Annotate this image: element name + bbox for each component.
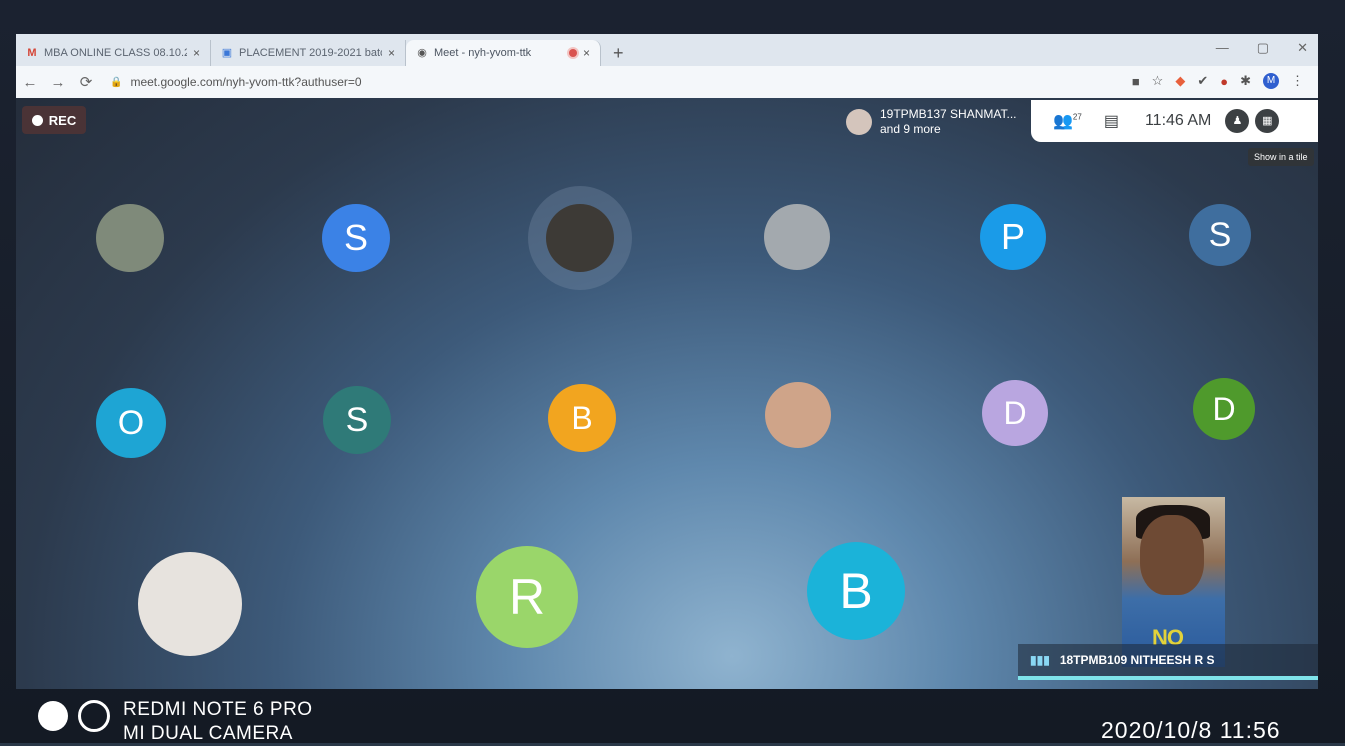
close-icon[interactable]: ×: [388, 46, 395, 60]
participants-count: 27: [1072, 112, 1082, 122]
meet-controls: 👥27 ▤ 11:46 AM ♟ ▦: [1031, 100, 1318, 142]
tab-meet[interactable]: ◉ Meet - nyh-yvom-ttk ×: [406, 40, 601, 66]
participant-avatar[interactable]: S: [1189, 204, 1251, 266]
tab-mba-online-class[interactable]: M MBA ONLINE CLASS 08.10.2020 ×: [16, 40, 211, 66]
audio-level-icon: ▮▮▮: [1030, 653, 1050, 667]
extension-icon[interactable]: ◆: [1175, 73, 1185, 89]
participant-avatar[interactable]: [764, 204, 830, 270]
presenter-name: 19TPMB137 SHANMAT...: [880, 107, 1017, 121]
camera-watermark-dots: [38, 700, 110, 732]
record-dot-icon: [31, 114, 43, 126]
reload-button[interactable]: ⟳: [72, 73, 100, 91]
window-controls: — ▢ ✕: [1216, 40, 1308, 56]
camera-model: REDMI NOTE 6 PRO: [123, 699, 313, 720]
tab-placement[interactable]: ▣ PLACEMENT 2019-2021 batch ×: [211, 40, 406, 66]
tab-title: PLACEMENT 2019-2021 batch: [239, 47, 382, 59]
gmail-icon: M: [27, 47, 37, 59]
puzzle-icon[interactable]: ✱: [1240, 73, 1251, 89]
back-button[interactable]: ←: [16, 74, 44, 91]
recording-badge: REC: [22, 106, 86, 134]
browser-toolbar: ← → ⟳ 🔒 meet.google.com/nyh-yvom-ttk?aut…: [16, 66, 1318, 98]
participant-avatar[interactable]: P: [980, 204, 1046, 270]
close-icon[interactable]: ×: [583, 46, 590, 60]
active-speaker-name: 18TPMB109 NITHEESH R S: [1059, 653, 1215, 667]
star-icon[interactable]: ☆: [1152, 73, 1164, 89]
camera-icon[interactable]: ■: [1132, 74, 1140, 89]
camera-type: MI DUAL CAMERA: [123, 723, 293, 744]
participant-avatar[interactable]: R: [476, 546, 578, 648]
check-icon[interactable]: ✔: [1197, 73, 1208, 89]
camera-timestamp: 2020/10/8 11:56: [1101, 717, 1281, 743]
close-icon[interactable]: ×: [193, 46, 200, 60]
presenter-more: and 9 more: [880, 122, 941, 136]
camera-watermark: REDMI NOTE 6 PRO MI DUAL CAMERA: [123, 698, 313, 746]
watermark-dot-icon: [38, 701, 68, 731]
new-tab-button[interactable]: +: [601, 40, 636, 66]
chat-icon: ▤: [1103, 113, 1119, 130]
lock-icon: 🔒: [110, 76, 123, 88]
pin-icon: ♟: [1232, 115, 1243, 127]
menu-icon[interactable]: ⋮: [1291, 73, 1304, 89]
participant-avatar[interactable]: [96, 204, 164, 272]
participant-avatar[interactable]: B: [548, 384, 616, 452]
url-text: meet.google.com/nyh-yvom-ttk?authuser=0: [130, 75, 362, 89]
minimize-button[interactable]: —: [1216, 40, 1229, 56]
extension-icons: ■ ☆ ◆ ✔ ● ✱ M ⋮: [1132, 73, 1304, 89]
watermark-ring-icon: [78, 700, 110, 732]
presenting-participants[interactable]: 19TPMB137 SHANMAT... and 9 more: [846, 104, 1031, 140]
participant-avatar[interactable]: [138, 552, 242, 656]
forward-button[interactable]: →: [44, 74, 72, 91]
profile-avatar[interactable]: M: [1263, 73, 1279, 89]
tab-title: MBA ONLINE CLASS 08.10.2020: [44, 47, 187, 59]
participant-avatar[interactable]: B: [807, 542, 905, 640]
tooltip: Show in a tile: [1248, 148, 1314, 166]
rec-label: REC: [48, 112, 77, 128]
recording-indicator-icon: [568, 49, 577, 57]
tab-title: Meet - nyh-yvom-ttk: [434, 47, 532, 59]
active-speaker-video[interactable]: NO: [1122, 497, 1225, 667]
close-window-button[interactable]: ✕: [1297, 40, 1308, 56]
participant-avatar[interactable]: S: [322, 204, 390, 272]
participant-avatar[interactable]: D: [1193, 378, 1255, 440]
tab-strip: M MBA ONLINE CLASS 08.10.2020 × ▣ PLACEM…: [16, 34, 1318, 66]
people-button[interactable]: 👥27: [1053, 111, 1082, 131]
classroom-icon: ▣: [221, 47, 233, 59]
pin-button[interactable]: ♟: [1225, 109, 1250, 133]
participant-avatar[interactable]: O: [96, 388, 166, 458]
meeting-clock: 11:46 AM: [1144, 112, 1212, 129]
active-speaker-indicator: [1018, 676, 1318, 680]
extension-icon[interactable]: ●: [1220, 74, 1228, 89]
participant-avatar[interactable]: [546, 204, 614, 272]
meet-icon: ◉: [417, 47, 427, 59]
screen: M MBA ONLINE CLASS 08.10.2020 × ▣ PLACEM…: [16, 34, 1318, 689]
people-icon: 👥: [1053, 113, 1073, 130]
participant-avatar[interactable]: D: [982, 380, 1048, 446]
participant-avatar[interactable]: [765, 382, 831, 448]
show-in-tile-button[interactable]: ▦: [1255, 109, 1280, 133]
address-bar[interactable]: 🔒 meet.google.com/nyh-yvom-ttk?authuser=…: [110, 75, 362, 89]
grid-icon: ▦: [1262, 115, 1273, 127]
maximize-button[interactable]: ▢: [1257, 40, 1269, 56]
participant-avatar[interactable]: S: [323, 386, 391, 454]
chat-button[interactable]: ▤: [1104, 111, 1119, 131]
active-speaker-namebar: ▮▮▮ 18TPMB109 NITHEESH R S: [1018, 644, 1318, 676]
avatar: [846, 109, 872, 135]
